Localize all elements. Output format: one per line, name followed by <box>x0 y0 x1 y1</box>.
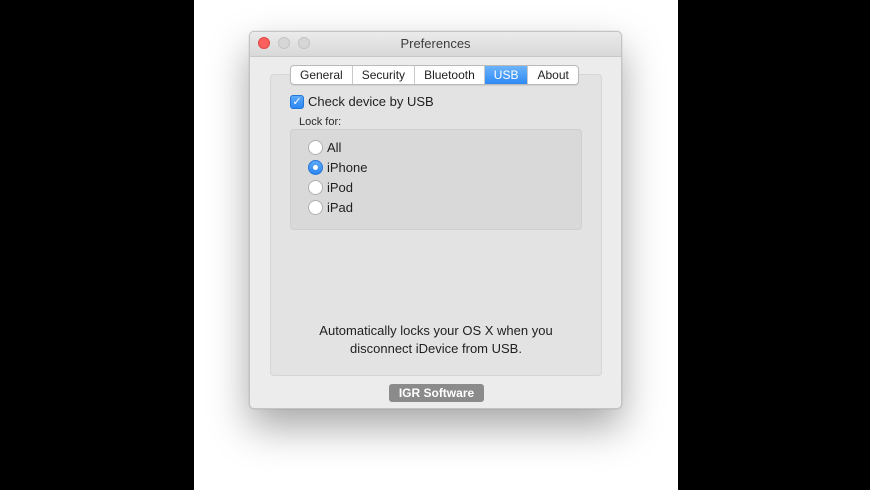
window-title: Preferences <box>400 36 471 51</box>
lock-for-label: Lock for: <box>299 116 342 128</box>
tab-bar: General Security Bluetooth USB About <box>290 65 579 85</box>
radio-ipad[interactable] <box>308 200 323 215</box>
preferences-window: Preferences General Security Bluetooth U… <box>249 31 622 409</box>
check-device-checkbox[interactable]: ✓ <box>290 94 304 109</box>
check-device-by-usb-option[interactable]: ✓ Check device by USB <box>290 94 434 109</box>
check-device-label: Check device by USB <box>308 94 434 109</box>
radio-ipod[interactable] <box>308 180 323 195</box>
tab-about[interactable]: About <box>527 66 577 84</box>
radio-option-ipod[interactable]: iPod <box>308 180 353 195</box>
radio-ipad-label: iPad <box>327 200 354 215</box>
title-bar: Preferences <box>250 32 621 57</box>
radio-option-ipad[interactable]: iPad <box>308 200 353 215</box>
radio-option-all[interactable]: All <box>308 140 341 155</box>
tab-security[interactable]: Security <box>351 66 414 84</box>
usb-description: Automatically locks your OS X when you d… <box>270 322 602 358</box>
description-line-1: Automatically locks your OS X when you <box>319 323 553 338</box>
tab-general[interactable]: General <box>291 66 352 84</box>
radio-all-label: All <box>327 140 342 155</box>
radio-iphone[interactable] <box>308 160 323 175</box>
description-line-2: disconnect iDevice from USB. <box>350 341 522 356</box>
radio-iphone-label: iPhone <box>327 160 368 175</box>
radio-option-iphone[interactable]: iPhone <box>308 160 367 175</box>
radio-all[interactable] <box>308 140 323 155</box>
radio-ipod-label: iPod <box>327 180 354 195</box>
igr-software-button[interactable]: IGR Software <box>389 384 484 402</box>
tab-bluetooth[interactable]: Bluetooth <box>414 66 484 84</box>
tab-usb[interactable]: USB <box>483 66 528 84</box>
lock-for-group: All iPhone iPod iPad <box>290 129 582 230</box>
